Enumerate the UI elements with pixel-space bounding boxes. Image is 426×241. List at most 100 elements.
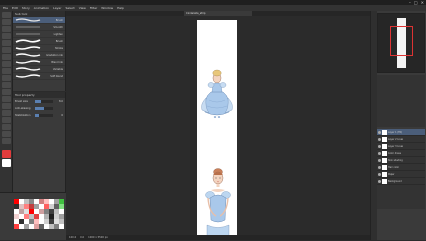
eye-icon[interactable] xyxy=(378,172,381,176)
cinderella-figure-bottom xyxy=(205,168,231,241)
zoom-tool-icon[interactable] xyxy=(2,12,11,18)
subtool-item[interactable]: Variable xyxy=(13,66,65,73)
airbrush-tool-icon[interactable] xyxy=(2,68,11,74)
pencil-tool-icon[interactable] xyxy=(2,54,11,60)
figure-tool-icon[interactable] xyxy=(2,103,11,109)
eye-icon[interactable] xyxy=(378,179,381,183)
layer-thumbnail xyxy=(382,150,387,156)
sub-color-swatch[interactable] xyxy=(2,159,11,167)
stabilization-row: Stabilization 6 xyxy=(13,112,65,119)
stabilization-label: Stabilization xyxy=(15,114,31,117)
correct-line-tool-icon[interactable] xyxy=(2,138,11,144)
layer-name: Layer 3 Lines xyxy=(388,144,404,148)
subtool-tab[interactable]: Sub tool xyxy=(15,12,27,16)
brush-stroke-icon xyxy=(16,26,40,28)
subtool-item[interactable]: Smooth xyxy=(13,24,65,31)
layer-name: Color dress xyxy=(388,151,401,155)
eraser-tool-icon[interactable] xyxy=(2,75,11,81)
rotation-readout[interactable]: 0.0 xyxy=(80,236,84,239)
slider-fill xyxy=(35,100,42,103)
brush-size-slider[interactable] xyxy=(35,100,53,103)
layer-row[interactable]: Paper xyxy=(377,171,425,178)
gradient-tool-icon[interactable] xyxy=(2,96,11,102)
select-tool-icon[interactable] xyxy=(2,26,11,32)
ruler-tool-icon[interactable] xyxy=(2,117,11,123)
layer-row[interactable]: Color dress xyxy=(377,150,425,157)
layer-row[interactable]: Layer 1 (Fill) xyxy=(377,129,425,136)
layer-row[interactable]: Layer 3 Lines xyxy=(377,143,425,150)
stabilization-value: 6 xyxy=(61,114,63,117)
antialiasing-slider[interactable] xyxy=(35,107,53,110)
subtool-item[interactable]: Gradation ink xyxy=(13,52,65,59)
brush-stroke-icon xyxy=(16,33,40,35)
pen-tool-icon[interactable] xyxy=(2,47,11,53)
layer-thumbnail xyxy=(382,136,387,142)
stabilization-slider[interactable] xyxy=(35,114,53,117)
blend-tool-icon[interactable] xyxy=(2,82,11,88)
canvas-artwork xyxy=(201,69,233,241)
layer-row[interactable]: Skin shading xyxy=(377,157,425,164)
fill-tool-icon[interactable] xyxy=(2,89,11,95)
tool-property-panel: Tool property Brush size 8.0 Anti-aliasi… xyxy=(13,92,66,192)
brush-stroke-icon xyxy=(15,60,41,64)
lasso-tool-icon[interactable] xyxy=(2,33,11,39)
canvas-page[interactable] xyxy=(197,20,237,241)
color-set-panel xyxy=(0,192,66,240)
eye-icon[interactable] xyxy=(378,165,381,169)
status-bar: 100.0 0.0 1000 x 5500 px xyxy=(66,235,370,240)
zoom-readout[interactable]: 100.0 xyxy=(69,236,76,239)
brush-size-label: Brush size xyxy=(15,100,28,103)
layer-thumbnail xyxy=(382,178,387,184)
layer-thumbnail xyxy=(382,164,387,170)
subtool-label: Brush xyxy=(55,18,63,22)
layer-name: Layer 2 Lines xyxy=(388,137,404,141)
layer-row[interactable]: Background xyxy=(377,178,425,185)
eye-icon[interactable] xyxy=(378,151,381,155)
subtool-label: Stroke xyxy=(55,46,63,50)
layer-thumbnail xyxy=(382,129,387,135)
slider-fill xyxy=(35,107,44,110)
antialiasing-row: Anti-aliasing xyxy=(13,105,65,112)
brush-stroke-icon xyxy=(15,18,41,22)
navigator-view-frame[interactable] xyxy=(390,26,413,56)
slider-fill xyxy=(35,114,39,117)
brush-stroke-icon xyxy=(15,74,41,78)
canvas-area: Cinderella_strip 100.0 0.0 1000 x 5500 p… xyxy=(66,11,370,241)
subtool-item[interactable]: Soft blend xyxy=(13,73,65,80)
subtool-item[interactable]: Brush xyxy=(13,17,65,24)
balloon-tool-icon[interactable] xyxy=(2,131,11,137)
subtool-item[interactable]: Brush xyxy=(13,38,65,45)
brush-tool-icon[interactable] xyxy=(2,61,11,67)
subtool-item[interactable]: Lighten xyxy=(13,31,65,38)
layer-row[interactable]: Hair color xyxy=(377,164,425,171)
eye-icon[interactable] xyxy=(378,137,381,141)
layer-property-panel xyxy=(377,75,425,127)
document-tab-bar: Cinderella_strip xyxy=(66,11,370,16)
eye-icon[interactable] xyxy=(378,130,381,134)
right-panel: Layer 1 (Fill) Layer 2 Lines Layer 3 Lines… xyxy=(370,11,426,240)
layer-name: Hair color xyxy=(388,165,400,169)
layer-name: Skin shading xyxy=(388,158,403,162)
layer-name: Layer 1 (Fill) xyxy=(388,130,403,134)
subtool-item[interactable]: Blend ink xyxy=(13,59,65,66)
move-tool-icon[interactable] xyxy=(2,19,11,25)
eye-icon[interactable] xyxy=(378,158,381,162)
eye-icon[interactable] xyxy=(378,144,381,148)
eyedropper-tool-icon[interactable] xyxy=(2,40,11,46)
text-tool-icon[interactable] xyxy=(2,124,11,130)
frame-tool-icon[interactable] xyxy=(2,110,11,116)
document-tab[interactable]: Cinderella_strip xyxy=(184,11,252,16)
subtool-label: Soft blend xyxy=(50,74,63,78)
subtool-item[interactable]: Stroke xyxy=(13,45,65,52)
brush-stroke-icon xyxy=(15,46,41,50)
cinderella-figure-top xyxy=(201,69,233,118)
main-color-swatch[interactable] xyxy=(2,150,11,158)
layer-panel: Layer 1 (Fill) Layer 2 Lines Layer 3 Lines… xyxy=(377,129,425,209)
subtool-label: Variable xyxy=(52,67,63,71)
color-swatch[interactable] xyxy=(59,224,64,229)
canvas-size-readout: 1000 x 5500 px xyxy=(88,236,108,239)
brush-stroke-icon xyxy=(15,67,41,71)
layer-row[interactable]: Layer 2 Lines xyxy=(377,136,425,143)
brush-stroke-icon xyxy=(15,39,41,43)
brush-stroke-icon xyxy=(15,53,41,57)
